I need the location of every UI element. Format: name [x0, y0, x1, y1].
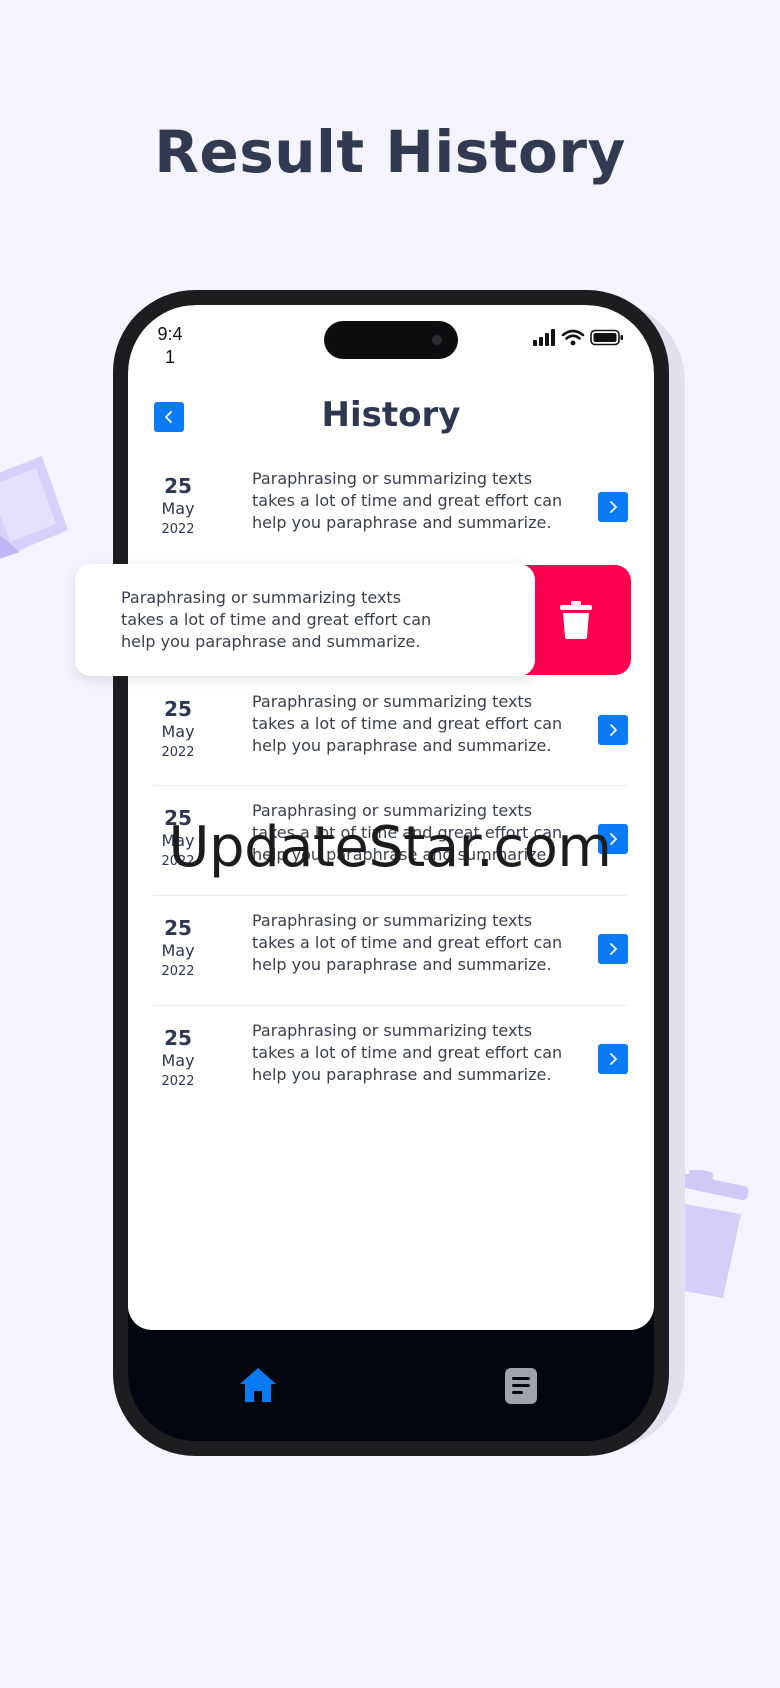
date-month: May: [161, 722, 195, 741]
date-year: 2022: [161, 522, 195, 537]
chevron-right-icon: [610, 943, 617, 955]
date-year: 2022: [161, 745, 195, 760]
home-icon[interactable]: [238, 1365, 278, 1405]
chevron-right-icon: [610, 501, 617, 513]
date-day: 25: [164, 697, 192, 721]
open-item-button[interactable]: [598, 934, 628, 964]
signal-icon: [533, 329, 555, 346]
chevron-right-icon: [610, 724, 617, 736]
date-day: 25: [164, 1026, 192, 1050]
page: Result History 9:4 1 History 25 May 2022…: [0, 0, 780, 1688]
open-item-button[interactable]: [598, 715, 628, 745]
date-month: May: [161, 499, 195, 518]
item-date: 25 May 2022: [153, 474, 203, 540]
item-date: 25 May 2022: [153, 916, 203, 982]
open-item-button[interactable]: [598, 1044, 628, 1074]
date-year: 2022: [161, 964, 195, 979]
list-item[interactable]: 25 May 2022 Paraphrasing or summarizing …: [153, 454, 628, 564]
battery-icon: [590, 329, 623, 346]
item-text: Paraphrasing or summarizing texts takes …: [252, 469, 563, 532]
item-text: Paraphrasing or summarizing texts takes …: [252, 911, 563, 974]
list-item[interactable]: 25 May 2022 Paraphrasing or summarizing …: [153, 677, 628, 787]
status-icons: [533, 329, 623, 346]
decorative-document-shape: [0, 456, 68, 559]
camera-icon: [432, 335, 442, 345]
document-icon[interactable]: [504, 1367, 538, 1405]
trash-icon: [559, 601, 592, 639]
date-year: 2022: [161, 1074, 195, 1089]
item-text: Paraphrasing or summarizing texts takes …: [121, 588, 432, 651]
date-day: 25: [164, 916, 192, 940]
list-item[interactable]: 25 May 2022 Paraphrasing or summarizing …: [153, 895, 628, 1005]
watermark: UpdateStar.com: [168, 815, 612, 880]
item-text: Paraphrasing or summarizing texts takes …: [252, 692, 563, 755]
status-time: 9:4 1: [157, 324, 183, 367]
screen-title: History: [321, 395, 461, 435]
item-date: 25 May 2022: [153, 1026, 203, 1092]
wifi-icon: [561, 329, 585, 340]
open-item-button[interactable]: [598, 492, 628, 522]
item-text: Paraphrasing or summarizing texts takes …: [252, 1021, 563, 1084]
headline: Result History: [154, 118, 626, 186]
date-month: May: [161, 1051, 195, 1070]
swiped-list-item[interactable]: Paraphrasing or summarizing texts takes …: [75, 564, 535, 676]
item-date: 25 May 2022: [153, 697, 203, 763]
date-day: 25: [164, 474, 192, 498]
chevron-right-icon: [610, 1053, 617, 1065]
date-month: May: [161, 941, 195, 960]
dynamic-island: [324, 321, 458, 359]
list-item[interactable]: 25 May 2022 Paraphrasing or summarizing …: [153, 1005, 628, 1115]
